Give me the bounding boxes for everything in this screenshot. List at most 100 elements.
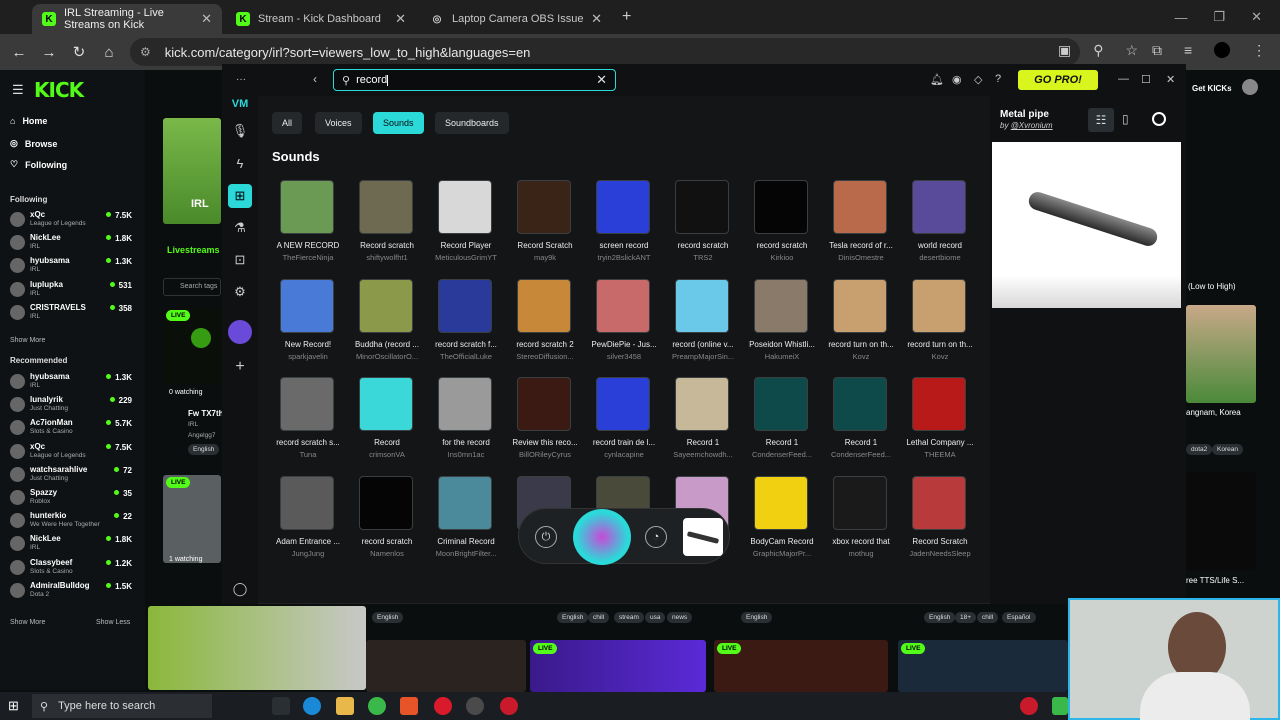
close-icon[interactable]: ✕	[591, 11, 602, 27]
sound-search-input[interactable]: ⚲ record ✕	[333, 69, 616, 91]
sound-thumbnail[interactable]	[912, 377, 966, 431]
current-sound-thumbnail[interactable]	[683, 518, 723, 556]
sound-thumbnail[interactable]	[596, 377, 650, 431]
stream-thumbnail[interactable]	[1186, 305, 1256, 403]
sound-card[interactable]: A NEW RECORD TheFierceNinja	[272, 180, 344, 272]
tag[interactable]: chill	[588, 612, 610, 623]
sound-thumbnail[interactable]	[833, 475, 887, 530]
sound-card[interactable]: record (online v... PreampMajorSin...	[667, 278, 739, 371]
sound-thumbnail[interactable]	[675, 180, 729, 234]
chrome-icon[interactable]	[368, 697, 386, 715]
close-icon[interactable]: ✕	[1166, 73, 1175, 86]
sidebar-channel-item[interactable]: NickLee IRL 1.8K	[10, 233, 132, 255]
extensions-icon[interactable]: ⧉	[1152, 42, 1162, 59]
sound-thumbnail[interactable]	[359, 278, 413, 333]
sound-thumbnail[interactable]	[280, 377, 334, 431]
opera-icon[interactable]	[434, 697, 452, 715]
sound-card[interactable]: world record desertbiome	[904, 180, 976, 272]
minimize-icon[interactable]: —	[1118, 73, 1129, 85]
nav-following[interactable]: ♡ Following	[10, 159, 67, 170]
sound-card[interactable]: record turn on th... Kovz	[904, 278, 976, 371]
sort-dropdown[interactable]: (Low to High)	[1188, 282, 1236, 291]
chevron-left-icon[interactable]: ‹	[313, 72, 317, 86]
sound-thumbnail[interactable]	[280, 180, 334, 234]
sound-card[interactable]: Poseidon Whistli... HakumeiX	[746, 278, 818, 371]
sound-card[interactable]: New Record! sparkjavelin	[272, 278, 344, 371]
edge-icon[interactable]	[303, 697, 321, 715]
add-icon[interactable]: +	[228, 355, 252, 379]
sound-card[interactable]: record scratch Namenlos	[351, 475, 423, 568]
sound-thumbnail[interactable]	[438, 377, 492, 431]
sound-card[interactable]: xbox record that mothug	[825, 475, 897, 568]
maximize-icon[interactable]: ❐	[1213, 9, 1225, 25]
sound-card[interactable]: Record crimsonVA	[351, 377, 423, 469]
back-icon[interactable]: ←	[4, 44, 34, 61]
sound-thumbnail[interactable]	[438, 475, 492, 530]
sidebar-channel-item[interactable]: xQc League of Legends 7.5K	[10, 442, 132, 464]
tag[interactable]: 18+	[955, 612, 977, 623]
clear-icon[interactable]: ✕	[596, 72, 607, 88]
sound-card[interactable]: record scratch 2 StereoDiffusion...	[509, 278, 581, 371]
user-icon[interactable]: ◯	[228, 577, 252, 601]
tag[interactable]: dota2	[1186, 444, 1213, 455]
zoom-icon[interactable]: ⚲	[1093, 42, 1103, 59]
sound-card[interactable]: record scratch s... Tuna	[272, 377, 344, 469]
kick-logo[interactable]: KICK	[34, 78, 84, 102]
avatar[interactable]	[1242, 79, 1258, 95]
stream-thumbnail[interactable]	[366, 640, 526, 692]
filter-voices[interactable]: Voices	[315, 112, 362, 134]
microphone-icon[interactable]: 🎙︎	[228, 119, 252, 143]
tag-icon[interactable]: ◇	[974, 73, 982, 86]
sound-thumbnail[interactable]	[438, 180, 492, 234]
sidebar-channel-item[interactable]: hyubsama IRL 1.3K	[10, 256, 132, 278]
gear-icon[interactable]: ⚙	[228, 280, 252, 304]
sound-thumbnail[interactable]	[517, 180, 571, 234]
sound-card[interactable]: Record scratch shiftywolfht1	[351, 180, 423, 272]
sound-thumbnail[interactable]	[359, 377, 413, 431]
tab-obs-issue[interactable]: ◎ Laptop Camera OBS Issue ✕	[420, 4, 612, 34]
stream-title[interactable]: angnam, Korea	[1186, 408, 1241, 417]
sound-card[interactable]: Record Scratch may9k	[509, 180, 581, 272]
bell-icon[interactable]: 🔔︎	[930, 73, 944, 86]
show-more-link[interactable]: Show More	[10, 337, 45, 344]
sound-card[interactable]: Tesla record of r... DinisOmestre	[825, 180, 897, 272]
show-less-link[interactable]: Show Less	[96, 619, 130, 626]
flask-icon[interactable]: ⚗	[228, 216, 252, 240]
sound-card[interactable]: Record 1 Sayeemchowdh...	[667, 377, 739, 469]
stream-thumbnail[interactable]: LIVE	[163, 475, 221, 563]
sound-thumbnail[interactable]	[754, 180, 808, 234]
avatar[interactable]	[228, 320, 252, 344]
stream-thumbnail[interactable]: LIVE	[714, 640, 888, 692]
nav-home[interactable]: ⌂ Home	[10, 116, 47, 126]
record-icon[interactable]	[1152, 112, 1166, 126]
sound-card[interactable]: for the record Ins0mn1ac	[430, 377, 502, 469]
new-tab-button[interactable]: +	[622, 8, 631, 26]
sound-thumbnail[interactable]	[675, 278, 729, 333]
discord-icon[interactable]: ◉	[952, 73, 962, 86]
streamer-name[interactable]: Angelgg7	[188, 432, 215, 439]
sound-thumbnail[interactable]	[675, 377, 729, 431]
sound-card[interactable]: PewDiePie - Jus... silver3458	[588, 278, 660, 371]
sound-card[interactable]: Record 1 CondenserFeed...	[825, 377, 897, 469]
tag[interactable]: chill	[977, 612, 999, 623]
sound-card[interactable]: record train de l... cynlacapine	[588, 377, 660, 469]
sound-card[interactable]: Adam Entrance ... JungJung	[272, 475, 344, 568]
sidebar-channel-item[interactable]: Ac7ionMan Slots & Casino 5.7K	[10, 418, 132, 440]
filter-all[interactable]: All	[272, 112, 303, 134]
tag[interactable]: Español	[1002, 612, 1036, 623]
sound-thumbnail[interactable]	[596, 180, 650, 234]
sound-thumbnail[interactable]	[517, 278, 571, 333]
sound-card[interactable]: BodyCam Record GraphicMajorPr...	[746, 475, 818, 568]
obs-icon[interactable]	[466, 697, 484, 715]
go-pro-button[interactable]: GO PRO!	[1018, 70, 1098, 90]
sound-card[interactable]: Record Player MeticulousGrimYT	[430, 180, 502, 272]
minimize-icon[interactable]: —	[1174, 10, 1187, 25]
voice-avatar[interactable]	[573, 509, 631, 565]
site-info-icon[interactable]: ⚙	[140, 45, 151, 59]
sound-card[interactable]: record scratch Kirkioo	[746, 180, 818, 272]
get-kicks-button[interactable]: Get KICKs	[1192, 80, 1232, 96]
sound-thumbnail[interactable]	[912, 180, 966, 234]
taskview-icon[interactable]	[272, 697, 290, 715]
language-tag[interactable]: English	[188, 444, 220, 455]
sound-thumbnail[interactable]	[517, 377, 571, 431]
